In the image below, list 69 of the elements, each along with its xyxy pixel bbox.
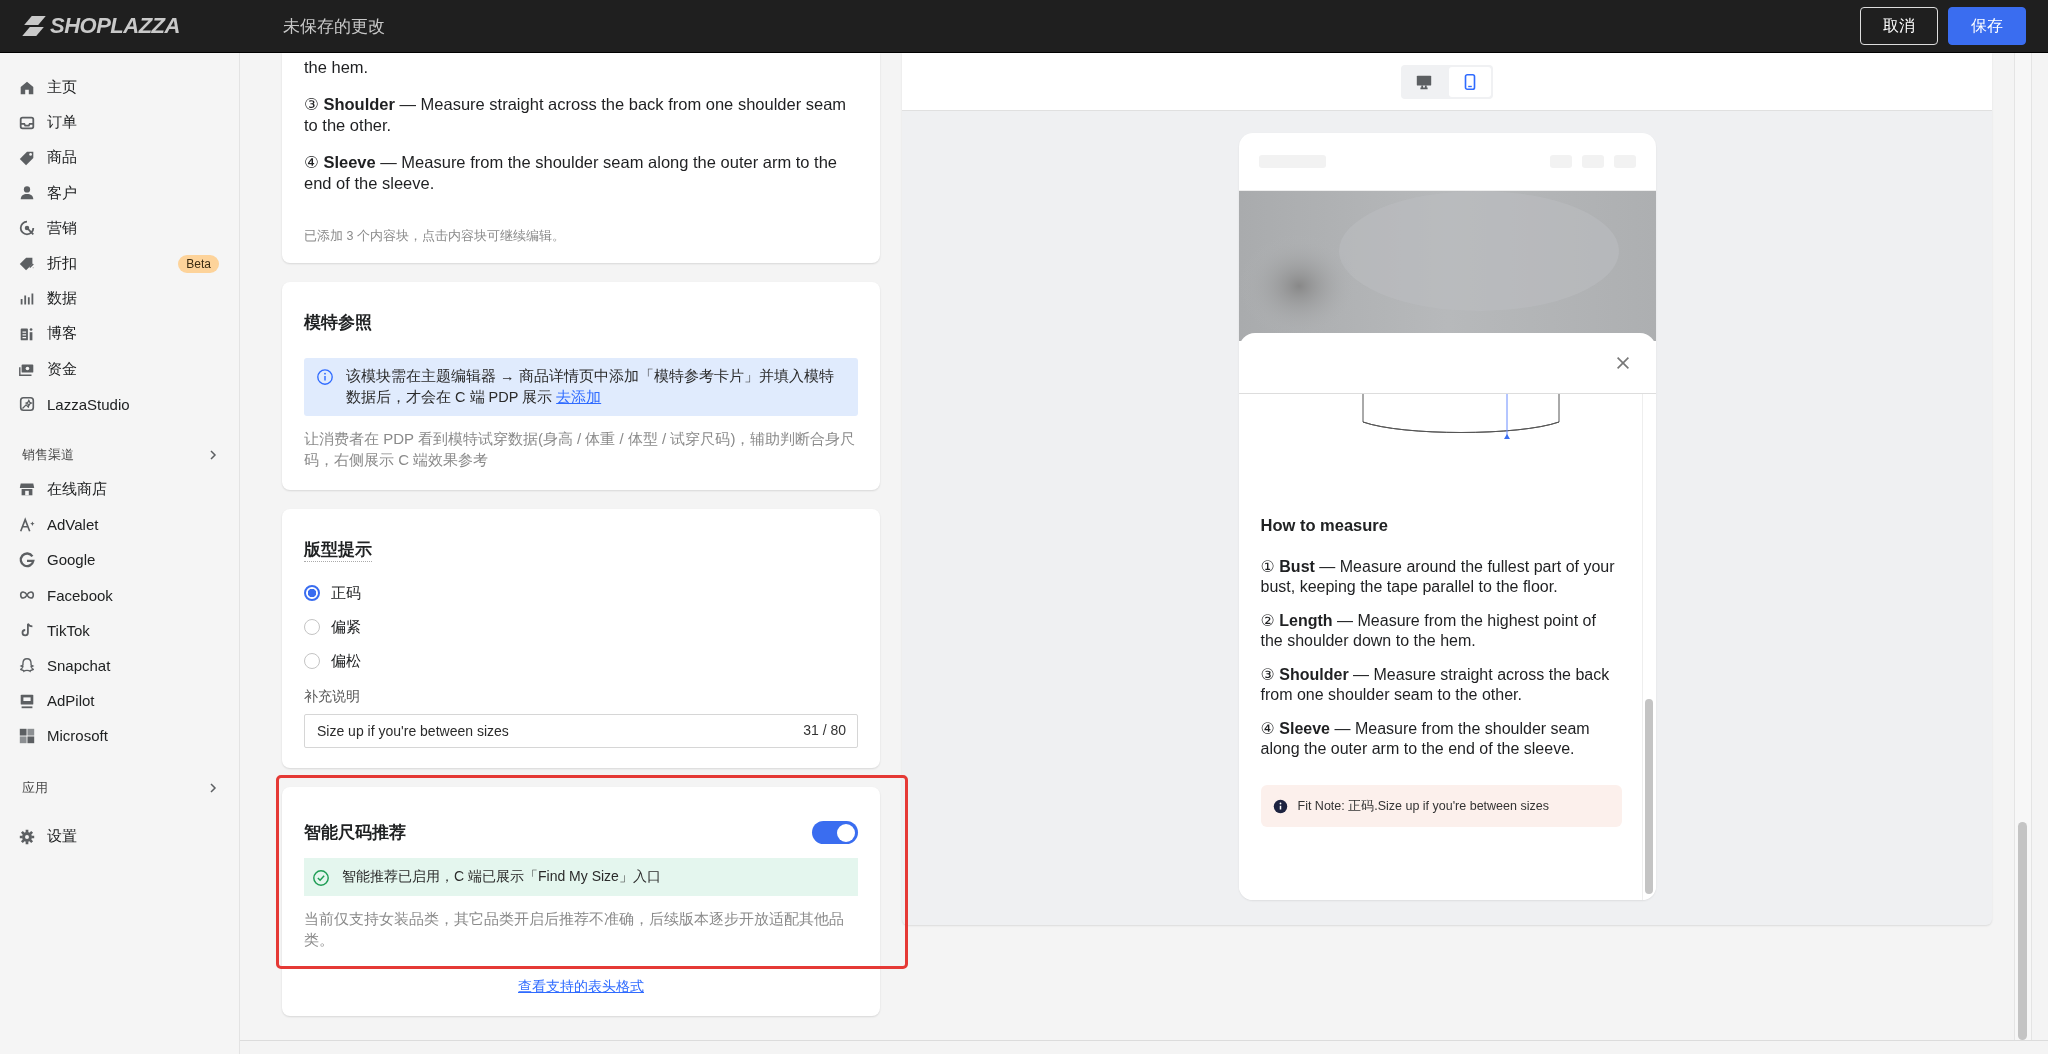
save-button[interactable]: 保存 xyxy=(1948,7,2026,45)
cancel-button[interactable]: 取消 xyxy=(1860,7,1938,45)
info-icon xyxy=(316,368,334,386)
measure-paragraph[interactable]: ③ Shoulder — Measure straight across the back from one shoulder seam to the other. xyxy=(304,94,858,136)
character-counter: 31 / 80 xyxy=(803,722,846,738)
success-text: 智能推荐已启用，C 端已展示「Find My Size」入口 xyxy=(342,868,661,886)
nav-link[interactable]: 营销 xyxy=(47,218,77,238)
measure-instruction: ② Length — Measure from the highest point of the shoulder down to the hem. xyxy=(1260,611,1597,651)
measure-instruction: ③ Shoulder — Measure straight across the back from one shoulder seam to the other. xyxy=(1260,665,1611,705)
nav-link[interactable]: Facebook xyxy=(47,586,113,604)
grid-icon xyxy=(18,726,36,745)
section-title[interactable]: 销售渠道 xyxy=(22,445,74,464)
sheet-heading: How to measure xyxy=(1260,516,1389,535)
header-format-link[interactable]: 查看支持的表头格式 xyxy=(518,978,644,994)
measure-paragraph[interactable]: ④ Sleeve — Measure from the shoulder seam along the outer arm to the end of the sleeve. xyxy=(304,152,858,194)
field-label: 补充说明 xyxy=(304,688,361,706)
radio-label[interactable]: 正码 xyxy=(331,583,361,603)
fit-note-text: Fit Note: 正码.Size up if you're between sizes xyxy=(1297,797,1549,815)
nav-link[interactable]: 设置 xyxy=(47,827,77,847)
radio-button[interactable] xyxy=(304,619,320,635)
nav-link[interactable]: 资金 xyxy=(47,359,77,379)
nav-link[interactable]: 折扣 xyxy=(47,254,77,274)
settings-icon xyxy=(18,827,36,846)
section-title[interactable]: 应用 xyxy=(22,779,48,798)
nav-link[interactable]: 订单 xyxy=(47,113,77,133)
nav-link[interactable]: LazzaStudio xyxy=(47,395,130,413)
image-sparkle-icon xyxy=(18,395,36,414)
radio-label[interactable]: 偏松 xyxy=(331,651,361,671)
nav-link[interactable]: TikTok xyxy=(47,621,90,639)
radio-button[interactable] xyxy=(304,653,320,669)
beta-badge: Beta xyxy=(178,254,219,273)
nav-link[interactable]: AdPilot xyxy=(47,692,95,710)
measure-instruction: ① Bust — Measure around the fullest part of your bust, keeping the tape parallel to the floor. xyxy=(1260,557,1616,597)
target-icon xyxy=(18,219,36,238)
nav-link[interactable]: AdValet xyxy=(47,516,99,534)
chevron-right-icon[interactable] xyxy=(207,782,219,795)
radio-label[interactable]: 偏紧 xyxy=(331,617,361,637)
toggle-switch[interactable] xyxy=(812,821,858,844)
radio-button[interactable] xyxy=(304,585,320,601)
g-icon xyxy=(18,550,36,569)
measure-instruction: ④ Sleeve — Measure from the shoulder seam along the outer arm to the end of the sleeve. xyxy=(1260,719,1591,759)
add-link[interactable]: 去添加 xyxy=(556,389,602,405)
nav-link[interactable]: Google xyxy=(47,551,96,569)
nav-link[interactable]: Snapchat xyxy=(47,656,111,674)
nav-link[interactable]: 客户 xyxy=(47,183,77,203)
card-title: 模特参照 xyxy=(304,312,372,333)
nav-link[interactable]: 数据 xyxy=(47,289,77,309)
unsaved-status: 未保存的更改 xyxy=(283,15,386,38)
nav-link[interactable]: 博客 xyxy=(47,324,77,344)
card-title: 版型提示 xyxy=(304,535,372,562)
logo-text: SHOPLAZZA xyxy=(50,13,180,39)
card-description: 当前仅支持女装品类，其它品类开启后推荐不准确，后续版本逐步开放适配其他品类。 xyxy=(304,909,845,950)
measure-paragraph[interactable]: the hem. xyxy=(304,57,858,78)
chevron-right-icon[interactable] xyxy=(207,448,219,461)
ghost-icon xyxy=(18,656,36,675)
card-description: 让消费者在 PDP 看到模特试穿数据(身高 / 体重 / 体型 / 试穿尺码)，辅助判断合身尺码，右侧展示 C 端效果参考 xyxy=(304,429,857,470)
card-title: 智能尺码推荐 xyxy=(304,821,406,843)
info-text: 该模块需在主题编辑器 → 商品详情页中添加「模特参考卡片」并填入模特数据后，才会在 C 端 PDP 展示 去添加 xyxy=(346,367,835,407)
device-tab[interactable] xyxy=(1449,66,1491,97)
nav-link[interactable]: Microsoft xyxy=(47,727,108,745)
nav-link[interactable]: 在线商店 xyxy=(47,479,107,499)
nav-link[interactable]: 商品 xyxy=(47,148,77,168)
info-icon xyxy=(1272,798,1288,814)
check-circle-icon xyxy=(312,869,330,887)
scrollbar[interactable] xyxy=(1644,699,1653,894)
scrollbar[interactable] xyxy=(2018,822,2027,1040)
nav-link[interactable]: 主页 xyxy=(47,78,77,98)
sparkle-icon xyxy=(18,515,36,534)
block-count-note: 已添加 3 个内容块，点击内容块可继续编辑。 xyxy=(304,228,566,245)
